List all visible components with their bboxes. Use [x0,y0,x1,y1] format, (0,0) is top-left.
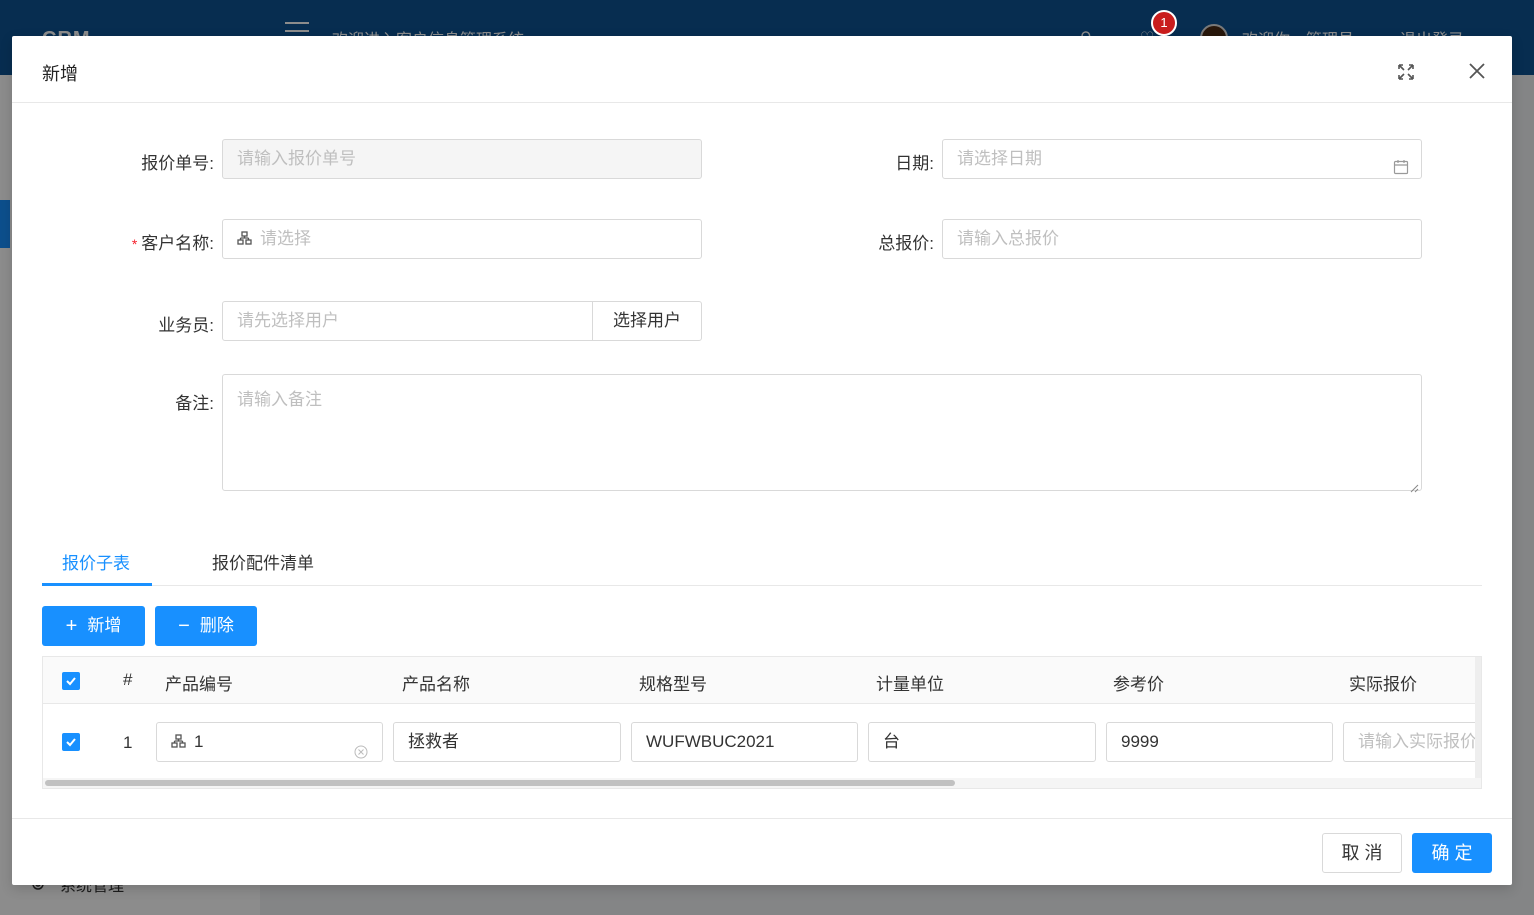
resize-grip-icon[interactable] [1409,478,1419,493]
dialog-footer: 取 消 确 定 [12,818,1512,885]
add-dialog: 新增 报价单号: 请输入报价单号 日期: 请选择日期 * 客户名称: 请选择 总… [12,36,1512,885]
calendar-icon [1393,151,1409,178]
spec-field[interactable]: WUFWBUC2021 [631,722,858,762]
customer-label-text: 客户名称: [141,234,214,253]
delete-row-label: 删除 [199,616,234,635]
tab-ink-bar [42,583,152,586]
row-checkbox[interactable] [62,733,80,751]
confirm-button[interactable]: 确 定 [1412,833,1492,873]
required-mark: * [131,236,138,252]
product-no-select[interactable]: 1 [156,722,383,762]
column-product-name: 产品名称 [402,675,470,694]
dialog-title: 新增 [42,64,78,84]
select-all-checkbox[interactable] [62,672,80,690]
column-unit: 计量单位 [876,675,944,694]
fullscreen-icon[interactable] [1397,63,1415,81]
column-actual-price: 实际报价 [1349,675,1417,694]
customer-placeholder: 请选择 [260,229,311,248]
notification-badge: 1 [1151,10,1177,36]
cancel-button[interactable]: 取 消 [1322,833,1402,873]
salesman-label: 业务员: [158,316,214,335]
select-user-button[interactable]: 选择用户 [592,301,702,341]
column-spec: 规格型号 [639,675,707,694]
table-header: # 产品编号 产品名称 规格型号 计量单位 参考价 实际报价 [43,657,1481,704]
column-product-no: 产品编号 [165,675,233,694]
tab-quote-detail[interactable]: 报价子表 [62,549,130,574]
column-ref-price: 参考价 [1113,675,1164,694]
customer-select[interactable]: 请选择 [222,219,702,259]
scrollbar-thumb[interactable] [45,780,955,786]
detail-table: # 产品编号 产品名称 规格型号 计量单位 参考价 实际报价 1 1 拯救者 W… [42,656,1482,789]
product-name-field[interactable]: 拯救者 [393,722,621,762]
plus-icon: + [65,615,78,637]
remark-label: 备注: [175,394,214,413]
row-index: 1 [123,733,133,752]
unit-field[interactable]: 台 [868,722,1096,762]
delete-row-button[interactable]: − 删除 [155,606,257,646]
total-price-placeholder: 请输入总报价 [957,229,1059,248]
total-price-field[interactable]: 请输入总报价 [942,219,1422,259]
vertical-scrollbar[interactable] [1475,657,1481,778]
remark-textarea[interactable]: 请输入备注 [222,374,1422,493]
add-row-button[interactable]: + 新增 [42,606,145,646]
quote-no-field[interactable]: 请输入报价单号 [222,139,702,179]
total-price-label: 总报价: [878,234,934,253]
table-row: 1 1 拯救者 WUFWBUC2021 台 9999 请输入实际报价 [43,704,1481,778]
quote-no-placeholder: 请输入报价单号 [237,149,356,168]
date-label: 日期: [895,154,934,173]
tab-bar: 报价子表 报价配件清单 [42,541,1482,586]
close-icon[interactable] [1467,61,1487,81]
tree-icon [237,221,252,258]
ref-price-field[interactable]: 9999 [1106,722,1333,762]
column-index: # [123,670,133,689]
tab-parts-list[interactable]: 报价配件清单 [212,549,314,574]
add-row-label: 新增 [87,616,122,635]
product-no-value: 1 [194,732,204,751]
salesman-field[interactable]: 请先选择用户 [222,301,594,341]
minus-icon: − [178,615,190,637]
dialog-header: 新增 [12,36,1512,103]
quote-no-label: 报价单号: [141,154,214,173]
date-picker[interactable]: 请选择日期 [942,139,1422,179]
remark-placeholder: 请输入备注 [237,390,322,409]
customer-label: * 客户名称: [102,229,214,254]
clear-icon[interactable] [354,735,368,761]
salesman-placeholder: 请先选择用户 [237,311,339,330]
horizontal-scrollbar[interactable] [43,778,1481,788]
actual-price-field[interactable]: 请输入实际报价 [1343,722,1481,762]
tree-icon [171,724,186,761]
date-placeholder: 请选择日期 [957,149,1042,168]
